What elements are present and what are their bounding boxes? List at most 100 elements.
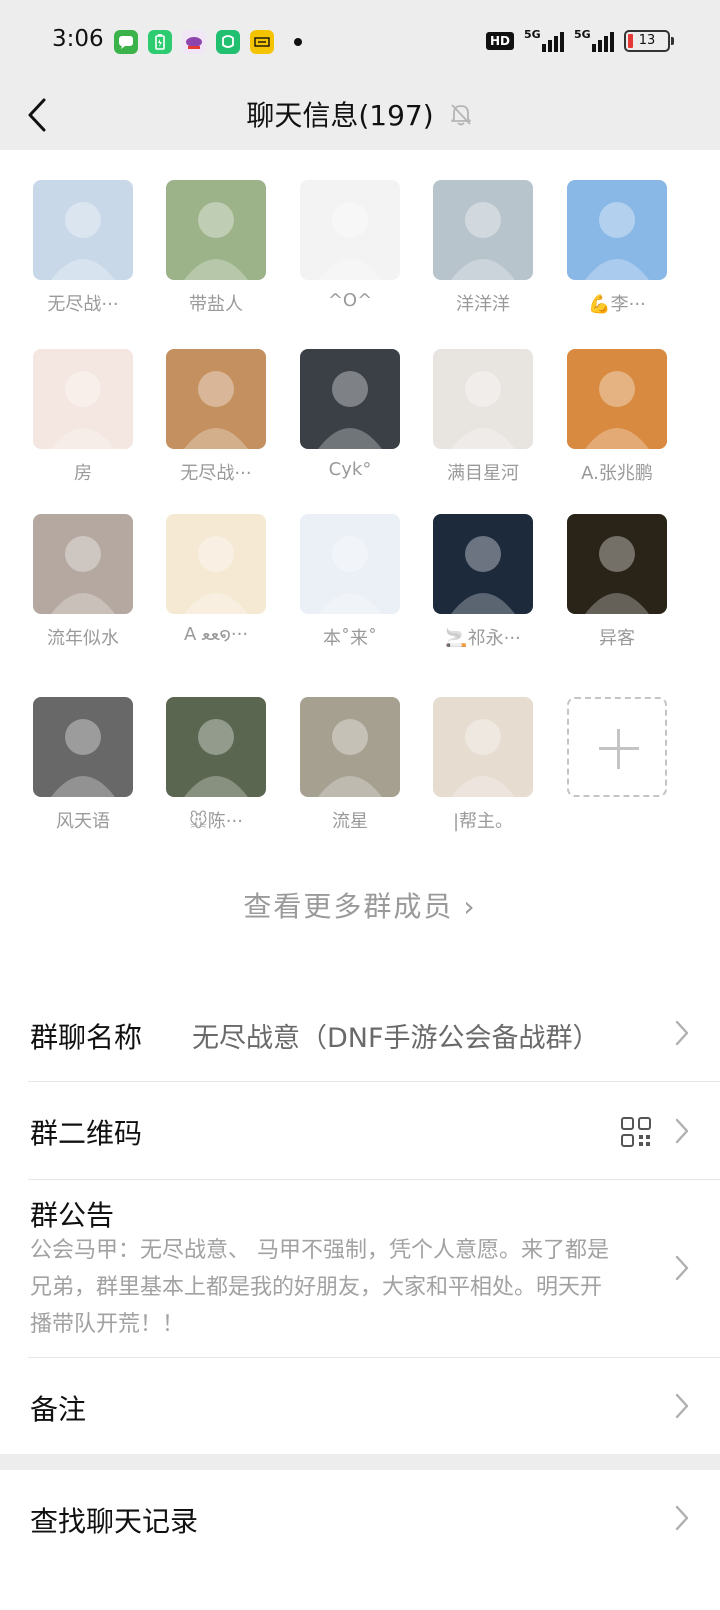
- mute-bell-icon: [450, 104, 471, 126]
- member-name: Cyk°: [328, 459, 372, 480]
- member-name: 无尽战···: [180, 463, 252, 484]
- member-item[interactable]: 满目星河: [423, 349, 543, 485]
- member-name: ^O^: [327, 290, 373, 311]
- status-time: 3:06: [52, 26, 104, 52]
- announcement-text: 公会马甲：无尽战意、 马甲不强制，凭个人意愿。来了都是兄弟，群里基本上都是我的好…: [30, 1238, 609, 1337]
- member-avatar: [33, 514, 133, 614]
- member-avatar: [433, 514, 533, 614]
- member-avatar: [433, 180, 533, 280]
- member-item[interactable]: 异客: [557, 514, 677, 650]
- member-name: 带盐人: [189, 294, 243, 315]
- member-name: 洋洋洋: [456, 294, 510, 315]
- member-item[interactable]: ^O^: [290, 180, 410, 311]
- member-avatar: [567, 180, 667, 280]
- member-item[interactable]: |帮主。: [423, 697, 543, 833]
- member-avatar: [300, 514, 400, 614]
- status-bar: 3:06 HD 5G 5G 13: [0, 0, 720, 84]
- page-title: 聊天信息(197): [246, 99, 434, 132]
- member-name: 💪李···: [588, 294, 646, 315]
- member-item[interactable]: 流年似水: [23, 514, 143, 650]
- member-name: 房: [74, 463, 92, 484]
- view-more-members-button[interactable]: 查看更多群成员 ›: [0, 885, 720, 925]
- search-history-row[interactable]: 查找聊天记录: [28, 1470, 720, 1570]
- member-item[interactable]: Cyk°: [290, 349, 410, 480]
- search-history-label: 查找聊天记录: [30, 1505, 199, 1538]
- qr-code-label: 群二维码: [30, 1117, 143, 1150]
- status-indicators: HD 5G 5G 13: [485, 28, 674, 52]
- mi-app-icon: [216, 30, 240, 54]
- chevron-right-icon: [675, 1118, 689, 1144]
- member-item[interactable]: A.张兆鹏: [557, 349, 677, 485]
- member-item[interactable]: 房: [23, 349, 143, 485]
- member-name: |帮主。: [452, 811, 514, 832]
- member-item[interactable]: 带盐人: [156, 180, 276, 316]
- remark-label: 备注: [30, 1393, 87, 1426]
- member-name: 满目星河: [447, 463, 519, 484]
- member-name: A.张兆鹏: [581, 463, 653, 484]
- search-card: 查找聊天记录: [0, 1470, 720, 1610]
- qr-code-icon: [621, 1117, 651, 1147]
- member-avatar: [567, 514, 667, 614]
- member-item[interactable]: 🚬祁永···: [423, 514, 543, 650]
- qr-code-row[interactable]: 群二维码: [28, 1082, 720, 1180]
- member-avatar: [33, 180, 133, 280]
- group-settings-card: 群聊名称 无尽战意（DNF手游公会备战群） 群二维码 群公告 公会马甲：无尽战意…: [0, 984, 720, 1454]
- member-item[interactable]: 洋洋洋: [423, 180, 543, 316]
- member-name: A ﻌﻌ໑···: [183, 624, 249, 645]
- member-avatar: [567, 349, 667, 449]
- hd-icon: HD: [485, 32, 514, 50]
- game-app-icon: [182, 30, 206, 54]
- chevron-right-icon: [675, 1505, 689, 1531]
- member-avatar: [433, 697, 533, 797]
- member-avatar: [166, 180, 266, 280]
- plus-icon: [567, 697, 667, 797]
- nav-bar: 聊天信息(197): [0, 84, 720, 150]
- announcement-label: 群公告: [30, 1199, 115, 1232]
- member-avatar: [300, 180, 400, 280]
- members-panel: 无尽战··· 带盐人 ^O^ 洋洋洋 💪李··· 房 无尽战··· Cyk° 满目星河 A.张兆鹏…: [0, 150, 720, 996]
- member-name: 🚬祁永···: [445, 628, 521, 649]
- member-name: 异客: [599, 628, 635, 649]
- member-avatar: [166, 697, 266, 797]
- battery-app-icon: [148, 30, 172, 54]
- member-avatar: [166, 514, 266, 614]
- notification-dot-icon: [294, 38, 302, 46]
- member-name: 流星: [332, 811, 368, 832]
- member-avatar: [433, 349, 533, 449]
- chevron-right-icon: [675, 1255, 689, 1281]
- member-name: 无尽战···: [47, 294, 119, 315]
- member-avatar: [33, 349, 133, 449]
- group-name-label: 群聊名称: [30, 1021, 143, 1054]
- chevron-right-icon: [675, 1393, 689, 1419]
- member-item[interactable]: 💪李···: [557, 180, 677, 316]
- chevron-right-icon: ›: [463, 890, 477, 923]
- member-item[interactable]: 本˚来˚: [290, 514, 410, 650]
- member-item[interactable]: 无尽战···: [23, 180, 143, 316]
- yellow-app-icon: [250, 30, 274, 54]
- member-name: 🐭陈···: [189, 811, 243, 832]
- signal-icon-2: 5G: [574, 28, 614, 52]
- signal-icon: 5G: [524, 28, 564, 52]
- member-item[interactable]: 无尽战···: [156, 349, 276, 485]
- add-member-button[interactable]: [557, 697, 677, 797]
- member-item[interactable]: 风天语: [23, 697, 143, 833]
- chevron-right-icon: [675, 1020, 689, 1046]
- member-item[interactable]: A ﻌﻌ໑···: [156, 514, 276, 645]
- member-name: 本˚来˚: [323, 628, 377, 649]
- page-title-wrap: 聊天信息(197): [0, 84, 720, 144]
- group-name-value: 无尽战意（DNF手游公会备战群）: [192, 1023, 600, 1054]
- wechat-icon: [114, 30, 138, 54]
- member-avatar: [33, 697, 133, 797]
- member-item[interactable]: 流星: [290, 697, 410, 833]
- status-app-icons: [114, 30, 302, 54]
- view-more-label: 查看更多群成员: [243, 890, 454, 923]
- member-name: 流年似水: [47, 628, 119, 649]
- member-avatar: [300, 349, 400, 449]
- announcement-row[interactable]: 群公告 公会马甲：无尽战意、 马甲不强制，凭个人意愿。来了都是兄弟，群里基本上都…: [28, 1180, 720, 1358]
- group-name-row[interactable]: 群聊名称 无尽战意（DNF手游公会备战群）: [28, 984, 720, 1082]
- member-avatar: [166, 349, 266, 449]
- battery-icon: 13: [624, 30, 674, 52]
- member-item[interactable]: 🐭陈···: [156, 697, 276, 833]
- remark-row[interactable]: 备注: [28, 1358, 720, 1454]
- member-avatar: [300, 697, 400, 797]
